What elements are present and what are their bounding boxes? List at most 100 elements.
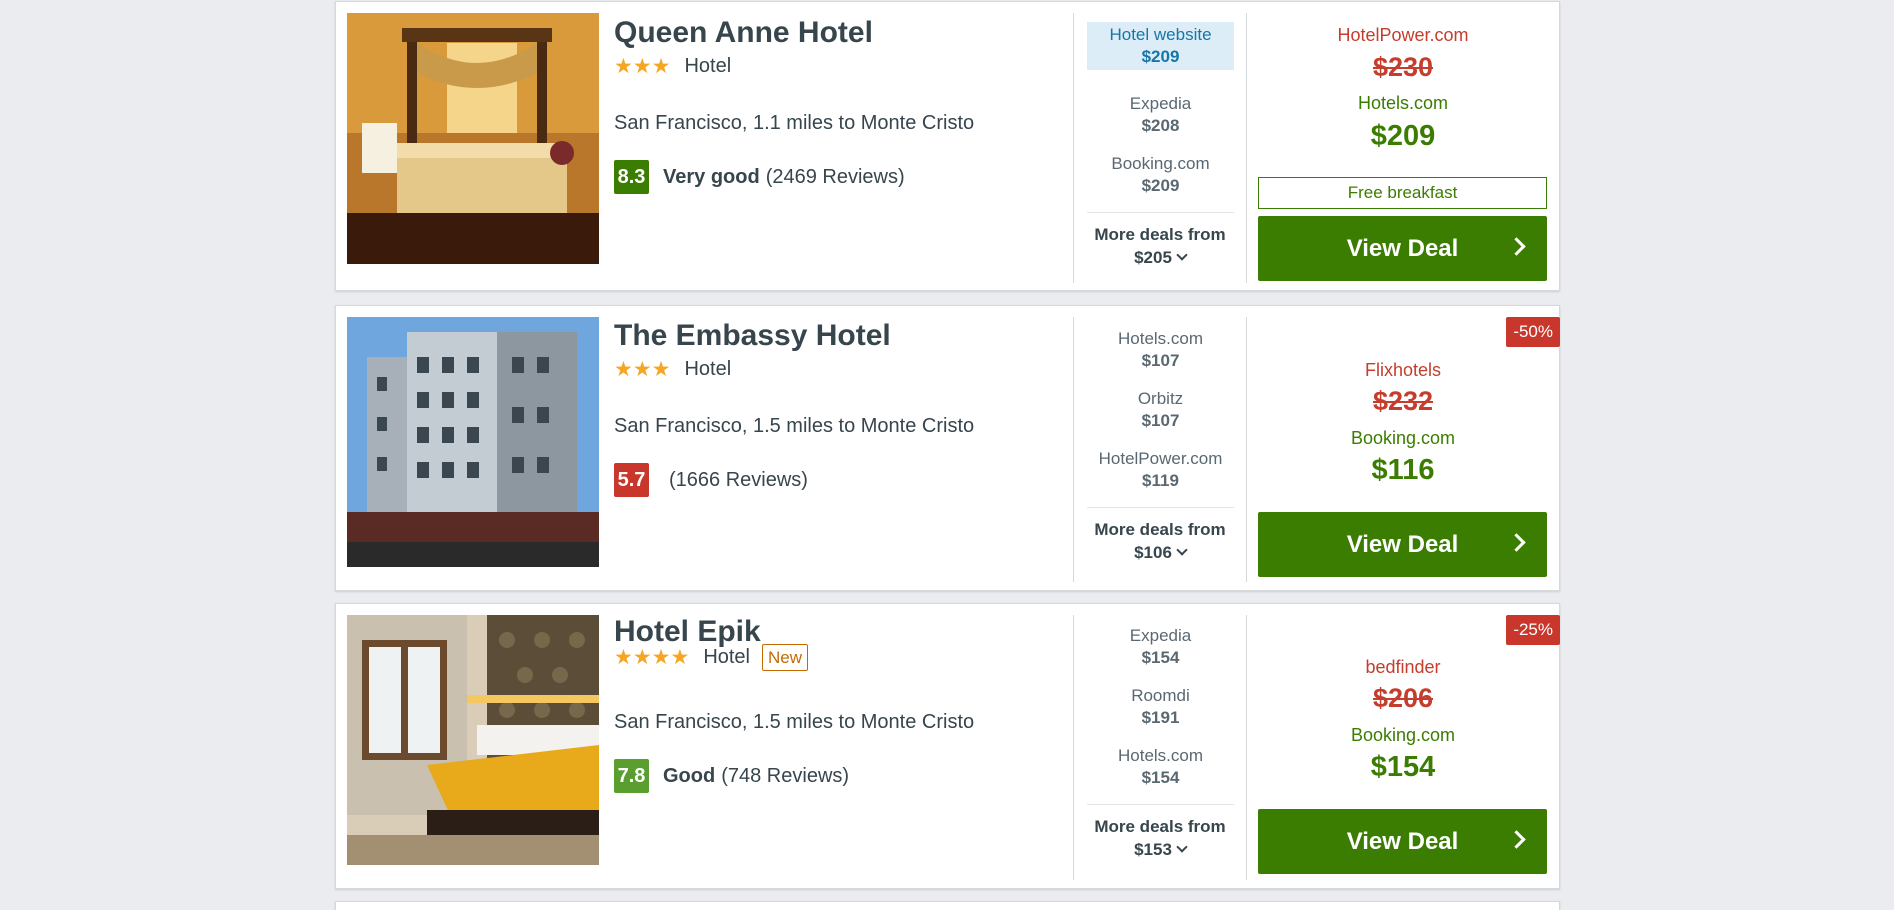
- deal-provider: Expedia: [1129, 626, 1192, 645]
- deal-provider: Hotels.com: [1117, 746, 1204, 765]
- hotel-location: San Francisco, 1.5 miles to Monte Cristo: [614, 415, 975, 437]
- chevron-down-icon: [1176, 249, 1188, 261]
- hotel-photo[interactable]: [347, 317, 599, 567]
- best-price: $116: [1371, 454, 1435, 486]
- more-deals-button[interactable]: More deals from $153: [1074, 815, 1246, 861]
- deal-provider: Roomdi: [1131, 686, 1190, 705]
- hotel-card: The Embassy Hotel ★★★ Hotel San Francisc…: [335, 305, 1560, 591]
- main-deal: Flixhotels $232 Booking.com $116 View De…: [1258, 306, 1558, 590]
- star-rating-icon: ★★★★: [614, 646, 690, 669]
- bedroom-image: [347, 615, 599, 865]
- deal-provider: Hotels.com: [1117, 329, 1204, 348]
- deal-price: $119: [1142, 471, 1179, 490]
- divider: [1087, 507, 1234, 508]
- deal-provider: HotelPower.com: [1098, 449, 1223, 468]
- deal-option[interactable]: Orbitz $107: [1087, 386, 1234, 434]
- hotel-photo[interactable]: [347, 615, 599, 865]
- view-deal-button[interactable]: View Deal: [1258, 512, 1547, 577]
- review-score-badge: 5.7: [614, 463, 649, 497]
- review-score-badge: 8.3: [614, 160, 649, 194]
- review-score-badge: 7.8: [614, 759, 649, 793]
- view-deal-label: View Deal: [1346, 530, 1459, 558]
- deal-provider: Expedia: [1129, 94, 1192, 113]
- deal-price: $191: [1141, 708, 1180, 727]
- deal-option[interactable]: Hotels.com $107: [1087, 326, 1234, 374]
- review-count: (1666 Reviews): [669, 468, 808, 491]
- review-count: (2469 Reviews): [765, 165, 905, 188]
- new-badge: New: [762, 644, 809, 671]
- chevron-down-icon: [1176, 841, 1188, 853]
- hotel-location: San Francisco, 1.1 miles to Monte Cristo: [614, 112, 975, 134]
- chevron-down-icon: [1176, 544, 1188, 556]
- hotel-type: Hotel: [684, 55, 732, 77]
- deal-provider: Orbitz: [1137, 389, 1184, 408]
- chevron-right-icon: [1507, 533, 1526, 552]
- rating-word: Very good: [663, 165, 760, 188]
- original-price: $230: [1372, 52, 1434, 82]
- perk-label: Free breakfast: [1258, 177, 1547, 209]
- deal-price: $154: [1141, 648, 1180, 667]
- deal-provider: Hotel website: [1109, 25, 1212, 44]
- more-deals-price: $153: [1134, 840, 1172, 859]
- more-deals-label: More deals from: [1094, 520, 1226, 539]
- deal-option[interactable]: Booking.com $209: [1087, 151, 1234, 199]
- building-image: [347, 317, 599, 567]
- hotel-name[interactable]: Queen Anne Hotel: [614, 16, 873, 50]
- view-deal-button[interactable]: View Deal: [1258, 809, 1547, 874]
- view-deal-label: View Deal: [1346, 234, 1459, 262]
- divider: [1087, 212, 1234, 213]
- view-deal-label: View Deal: [1346, 827, 1459, 855]
- more-deals-button[interactable]: More deals from $205: [1074, 223, 1246, 269]
- star-rating-icon: ★★★: [614, 358, 671, 381]
- more-deals-price: $205: [1134, 248, 1172, 267]
- deal-option[interactable]: Hotels.com $154: [1087, 743, 1234, 791]
- hotel-photo[interactable]: [347, 13, 599, 264]
- main-deal: HotelPower.com $230 Hotels.com $209 Free…: [1258, 2, 1558, 290]
- deal-price: $208: [1141, 116, 1180, 135]
- chevron-right-icon: [1507, 237, 1526, 256]
- review-count: (748 Reviews): [721, 764, 850, 787]
- best-provider: Hotels.com: [1357, 93, 1449, 113]
- hotel-name[interactable]: The Embassy Hotel: [614, 319, 891, 353]
- deal-price: $209: [1141, 47, 1180, 66]
- deal-option[interactable]: Expedia $208: [1087, 91, 1234, 139]
- divider: [1087, 804, 1234, 805]
- deal-option[interactable]: Hotel website $209: [1087, 22, 1234, 70]
- original-provider: HotelPower.com: [1337, 25, 1469, 45]
- hotel-type: Hotel: [703, 646, 751, 668]
- hotel-card-partial: [335, 901, 1560, 910]
- alternative-deals: Hotel website $209 Expedia $208 Booking.…: [1073, 13, 1247, 283]
- hotel-location: San Francisco, 1.5 miles to Monte Cristo: [614, 711, 975, 733]
- best-provider: Booking.com: [1350, 428, 1456, 448]
- chevron-right-icon: [1507, 830, 1526, 849]
- view-deal-button[interactable]: View Deal: [1258, 216, 1547, 281]
- rating-word: Good: [663, 764, 716, 787]
- deal-option[interactable]: Roomdi $191: [1087, 683, 1234, 731]
- review-summary[interactable]: Very good (2469 Reviews): [663, 166, 905, 189]
- main-deal: bedfinder $206 Booking.com $154 View Dea…: [1258, 604, 1558, 888]
- deal-price: $107: [1141, 351, 1180, 370]
- deal-price: $209: [1141, 176, 1180, 195]
- alternative-deals: Hotels.com $107 Orbitz $107 HotelPower.c…: [1073, 317, 1247, 582]
- best-price: $209: [1370, 120, 1436, 152]
- review-summary[interactable]: Good (748 Reviews): [663, 765, 849, 788]
- hotel-type: Hotel: [684, 358, 732, 380]
- deal-price: $154: [1141, 768, 1180, 787]
- best-provider: Booking.com: [1350, 725, 1456, 745]
- review-summary[interactable]: (1666 Reviews): [669, 469, 808, 492]
- more-deals-label: More deals from: [1094, 817, 1226, 836]
- deal-option[interactable]: Expedia $154: [1087, 623, 1234, 671]
- original-price: $232: [1372, 386, 1434, 416]
- hotel-card: Queen Anne Hotel ★★★ Hotel San Francisco…: [335, 1, 1560, 291]
- deal-price: $107: [1141, 411, 1180, 430]
- more-deals-button[interactable]: More deals from $106: [1074, 518, 1246, 564]
- deal-option[interactable]: HotelPower.com $119: [1087, 446, 1234, 494]
- star-rating-icon: ★★★: [614, 55, 671, 78]
- original-price: $206: [1372, 683, 1434, 713]
- alternative-deals: Expedia $154 Roomdi $191 Hotels.com $154…: [1073, 615, 1247, 880]
- bedroom-image: [347, 13, 599, 264]
- best-price: $154: [1370, 751, 1436, 783]
- more-deals-label: More deals from: [1094, 225, 1226, 244]
- original-provider: bedfinder: [1365, 657, 1441, 677]
- hotel-card: Hotel Epik ★★★★ Hotel New San Francisco,…: [335, 603, 1560, 889]
